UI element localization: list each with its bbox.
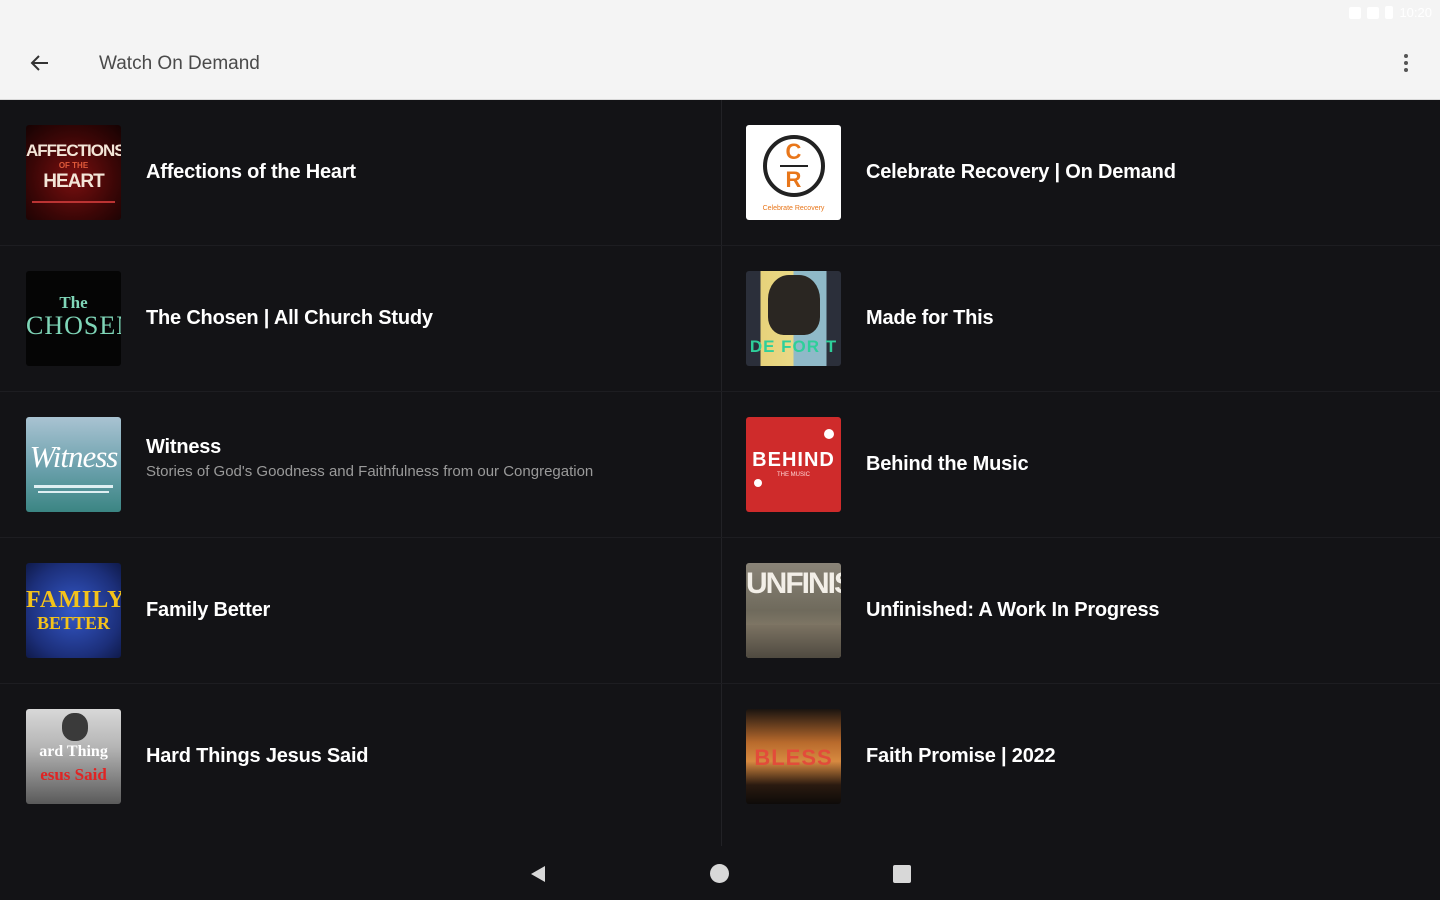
back-button[interactable] xyxy=(22,45,58,81)
status-time: 10:20 xyxy=(1399,5,1432,20)
status-icons: 10:20 xyxy=(1349,5,1432,20)
wifi-icon xyxy=(1349,6,1362,19)
more-vert-icon xyxy=(1404,54,1408,58)
series-thumbnail: C R Celebrate Recovery xyxy=(746,125,841,220)
list-row: The CHOSEN The Chosen | All Church Study… xyxy=(0,246,1440,392)
list-item[interactable]: ard Thing esus Said Hard Things Jesus Sa… xyxy=(0,684,720,830)
series-thumbnail: BEHIND THE MUSIC xyxy=(746,417,841,512)
list-row: AFFECTIONS OF THE HEART Affections of th… xyxy=(0,100,1440,246)
list-row: ard Thing esus Said Hard Things Jesus Sa… xyxy=(0,684,1440,830)
list-item[interactable]: DE FOR T Made for This xyxy=(722,246,1440,392)
arrow-left-icon xyxy=(30,55,48,71)
list-item[interactable]: BLESS Faith Promise | 2022 xyxy=(722,684,1440,830)
list-row: FAMILY BETTER Family Better UNFINIS Unfi… xyxy=(0,538,1440,684)
status-bar: 10:20 xyxy=(0,0,1440,26)
nav-back-icon[interactable] xyxy=(528,864,548,884)
system-nav-bar xyxy=(0,846,1440,900)
item-title: Behind the Music xyxy=(866,453,1029,475)
list-row: Witness Witness Stories of God's Goodnes… xyxy=(0,392,1440,538)
item-title: Faith Promise | 2022 xyxy=(866,745,1056,767)
item-subtitle: Stories of God's Goodness and Faithfulne… xyxy=(146,463,594,480)
nav-recents-icon[interactable] xyxy=(893,865,911,883)
list-item[interactable]: BEHIND THE MUSIC Behind the Music xyxy=(722,392,1440,538)
item-title: Celebrate Recovery | On Demand xyxy=(866,161,1176,183)
page-title: Watch On Demand xyxy=(99,53,260,74)
item-title: The Chosen | All Church Study xyxy=(146,307,433,329)
app-bar: Watch On Demand xyxy=(0,26,1440,100)
item-title: Family Better xyxy=(146,599,271,621)
series-thumbnail: FAMILY BETTER xyxy=(26,563,121,658)
series-thumbnail: BLESS xyxy=(746,709,841,804)
item-title: Witness xyxy=(146,436,222,458)
item-title: Unfinished: A Work In Progress xyxy=(866,599,1160,621)
list-item[interactable]: FAMILY BETTER Family Better xyxy=(0,538,720,684)
series-thumbnail: UNFINIS xyxy=(746,563,841,658)
series-thumbnail: AFFECTIONS OF THE HEART xyxy=(26,125,121,220)
series-thumbnail: Witness xyxy=(26,417,121,512)
more-options-button[interactable] xyxy=(1394,48,1418,78)
list-item[interactable]: UNFINIS Unfinished: A Work In Progress xyxy=(722,538,1440,684)
series-thumbnail: DE FOR T xyxy=(746,271,841,366)
list-item[interactable]: Witness Witness Stories of God's Goodnes… xyxy=(0,392,720,538)
battery-icon xyxy=(1385,6,1394,19)
series-thumbnail: ard Thing esus Said xyxy=(26,709,121,804)
item-title: Made for This xyxy=(866,307,994,329)
item-title: Hard Things Jesus Said xyxy=(146,745,369,767)
on-demand-list: AFFECTIONS OF THE HEART Affections of th… xyxy=(0,100,1440,852)
nav-home-icon[interactable] xyxy=(710,864,729,883)
item-title: Affections of the Heart xyxy=(146,161,356,183)
signal-icon xyxy=(1367,6,1380,19)
list-item[interactable]: The CHOSEN The Chosen | All Church Study xyxy=(0,246,720,392)
list-item[interactable]: AFFECTIONS OF THE HEART Affections of th… xyxy=(0,100,720,246)
list-item[interactable]: C R Celebrate Recovery Celebrate Recover… xyxy=(722,100,1440,246)
series-thumbnail: The CHOSEN xyxy=(26,271,121,366)
